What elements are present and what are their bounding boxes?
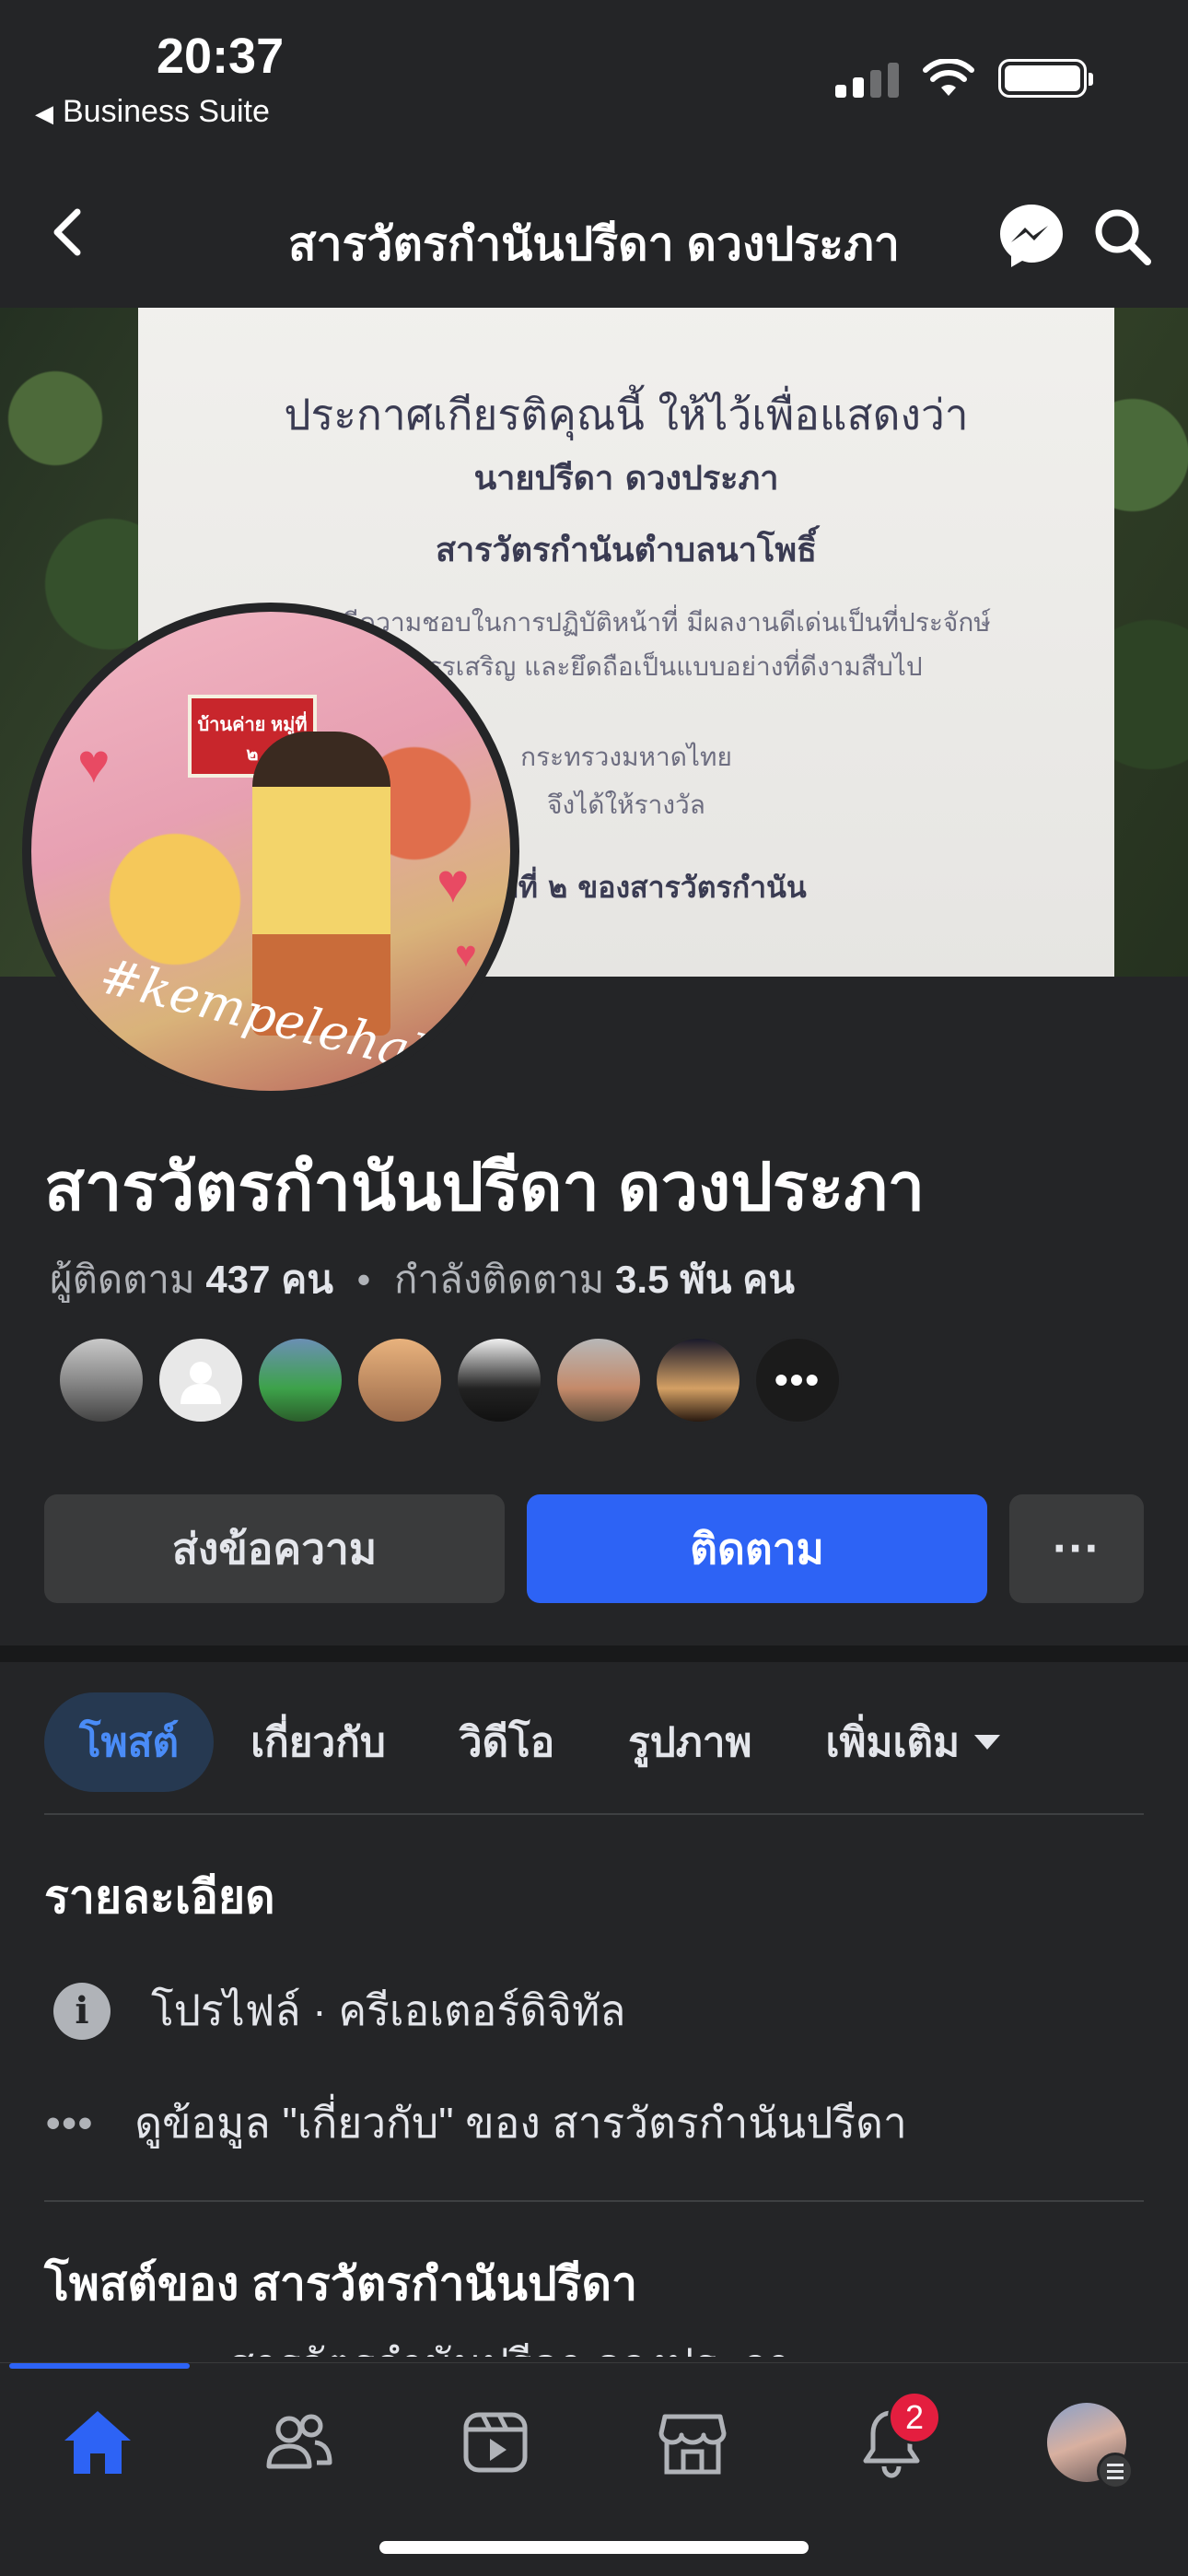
tab-more-label: เพิ่มเติม	[825, 1720, 961, 1765]
home-indicator	[379, 2541, 809, 2554]
divider	[44, 1813, 1144, 1815]
following-count[interactable]: 3.5 พัน คน	[615, 1258, 795, 1301]
profile-avatar[interactable]: บ้านค่าย หมู่ที่ ๒ ♥ ♥ ♥ #kempelehalii	[22, 603, 519, 1100]
back-to-app-link[interactable]: ◀ Business Suite	[35, 94, 270, 130]
back-triangle-icon: ◀	[35, 100, 53, 127]
menu-icon	[1097, 2453, 1134, 2489]
info-icon: i	[53, 1982, 111, 2040]
heart-icon: ♥	[77, 732, 111, 794]
tab-posts[interactable]: โพสต์	[44, 1692, 215, 1792]
caret-down-icon	[974, 1735, 1001, 1750]
video-icon	[463, 2412, 528, 2473]
see-about-link[interactable]: ••• ดูข้อมูล "เกี่ยวกับ" ของ สารวัตรกำนั…	[44, 2090, 907, 2157]
follower-avatar[interactable]	[157, 1336, 245, 1424]
signal-icon	[835, 59, 899, 98]
certificate-line: สารวัตรกำนันตำบลนาโพธิ์	[435, 531, 818, 569]
stats-separator: •	[356, 1258, 371, 1301]
tab-photos[interactable]: รูปภาพ	[591, 1692, 788, 1792]
heart-icon: ♥	[455, 934, 477, 975]
battery-icon	[998, 59, 1093, 98]
follower-avatar[interactable]	[57, 1336, 146, 1424]
following-label: กำลังติดตาม	[394, 1258, 605, 1301]
back-app-label: Business Suite	[63, 94, 270, 129]
follower-avatars: •••	[57, 1336, 842, 1424]
status-icons	[835, 59, 1093, 98]
follower-avatar[interactable]	[654, 1336, 742, 1424]
send-message-button[interactable]: ส่งข้อความ	[44, 1494, 505, 1603]
tab-about[interactable]: เกี่ยวกับ	[214, 1692, 423, 1792]
more-dots-icon: •••	[46, 2100, 95, 2146]
section-divider	[0, 1645, 1188, 1662]
home-icon	[64, 2411, 131, 2474]
more-dots-icon: •••	[774, 1358, 821, 1401]
certificate-line: นายปรีดา ดวงประภา	[473, 459, 779, 498]
follower-avatar[interactable]	[355, 1336, 444, 1424]
posts-heading: โพสต์ของ สารวัตรกำนันปรีดา	[44, 2258, 638, 2310]
details-heading: รายละเอียด	[44, 1871, 275, 1923]
detail-profile-type: i โปรไฟล์ · ครีเอเตอร์ดิจิทัล	[44, 1977, 625, 2044]
certificate-line: ประกาศเกียรติคุณนี้ ให้ไว้เพื่อแสดงว่า	[284, 390, 969, 439]
heart-icon: ♥	[437, 852, 470, 914]
tab-more[interactable]: เพิ่มเติม	[788, 1692, 1037, 1792]
follow-stats: ผู้ติดตาม 437 คน • กำลังติดตาม 3.5 พัน ค…	[50, 1249, 795, 1310]
follow-button[interactable]: ติดตาม	[527, 1494, 987, 1603]
see-about-text: ดูข้อมูล "เกี่ยวกับ" ของ สารวัตรกำนันปรี…	[134, 2099, 907, 2147]
wifi-icon	[923, 59, 974, 96]
nav-video[interactable]	[440, 2396, 551, 2488]
follower-avatar[interactable]	[256, 1336, 344, 1424]
divider	[44, 2200, 1144, 2202]
profile-tabs: โพสต์ เกี่ยวกับ วิดีโอ รูปภาพ เพิ่มเติม	[44, 1692, 1037, 1793]
post-preview[interactable]: สารวัตรกำนันปรีดา ดวงประภา	[228, 2331, 791, 2357]
profile-actions: ส่งข้อความ ติดตาม ···	[44, 1494, 1144, 1603]
more-options-button[interactable]: ···	[1009, 1494, 1144, 1603]
nav-marketplace[interactable]	[637, 2396, 748, 2488]
status-time: 20:37	[157, 29, 285, 84]
profile-photo: บ้านค่าย หมู่ที่ ๒ ♥ ♥ ♥ #kempelehalii	[31, 612, 510, 1091]
notification-badge: 2	[888, 2391, 941, 2444]
nav-profile-menu[interactable]	[1031, 2396, 1142, 2489]
follower-avatar[interactable]	[455, 1336, 543, 1424]
followers-label: ผู้ติดตาม	[50, 1258, 195, 1301]
nav-home[interactable]	[42, 2396, 153, 2488]
more-followers-button[interactable]: •••	[753, 1336, 842, 1424]
profile-name: สารวัตรกำนันปรีดา ดวงประภา	[44, 1151, 926, 1224]
marketplace-icon	[658, 2414, 727, 2475]
messenger-icon[interactable]	[996, 201, 1066, 271]
default-person-icon	[181, 1362, 221, 1404]
status-bar: 20:37 ◀ Business Suite	[0, 0, 1188, 147]
followers-count[interactable]: 437 คน	[205, 1258, 333, 1301]
nav-friends[interactable]	[243, 2396, 354, 2488]
profile-type-text: โปรไฟล์ · ครีเอเตอร์ดิจิทัล	[151, 1986, 626, 2034]
active-tab-indicator	[9, 2363, 190, 2369]
search-icon[interactable]	[1090, 205, 1155, 269]
avatar	[1047, 2403, 1134, 2489]
nav-notifications[interactable]: 2	[836, 2391, 947, 2488]
tab-videos[interactable]: วิดีโอ	[423, 1692, 591, 1792]
follower-avatar[interactable]	[554, 1336, 643, 1424]
friends-icon	[266, 2414, 332, 2469]
